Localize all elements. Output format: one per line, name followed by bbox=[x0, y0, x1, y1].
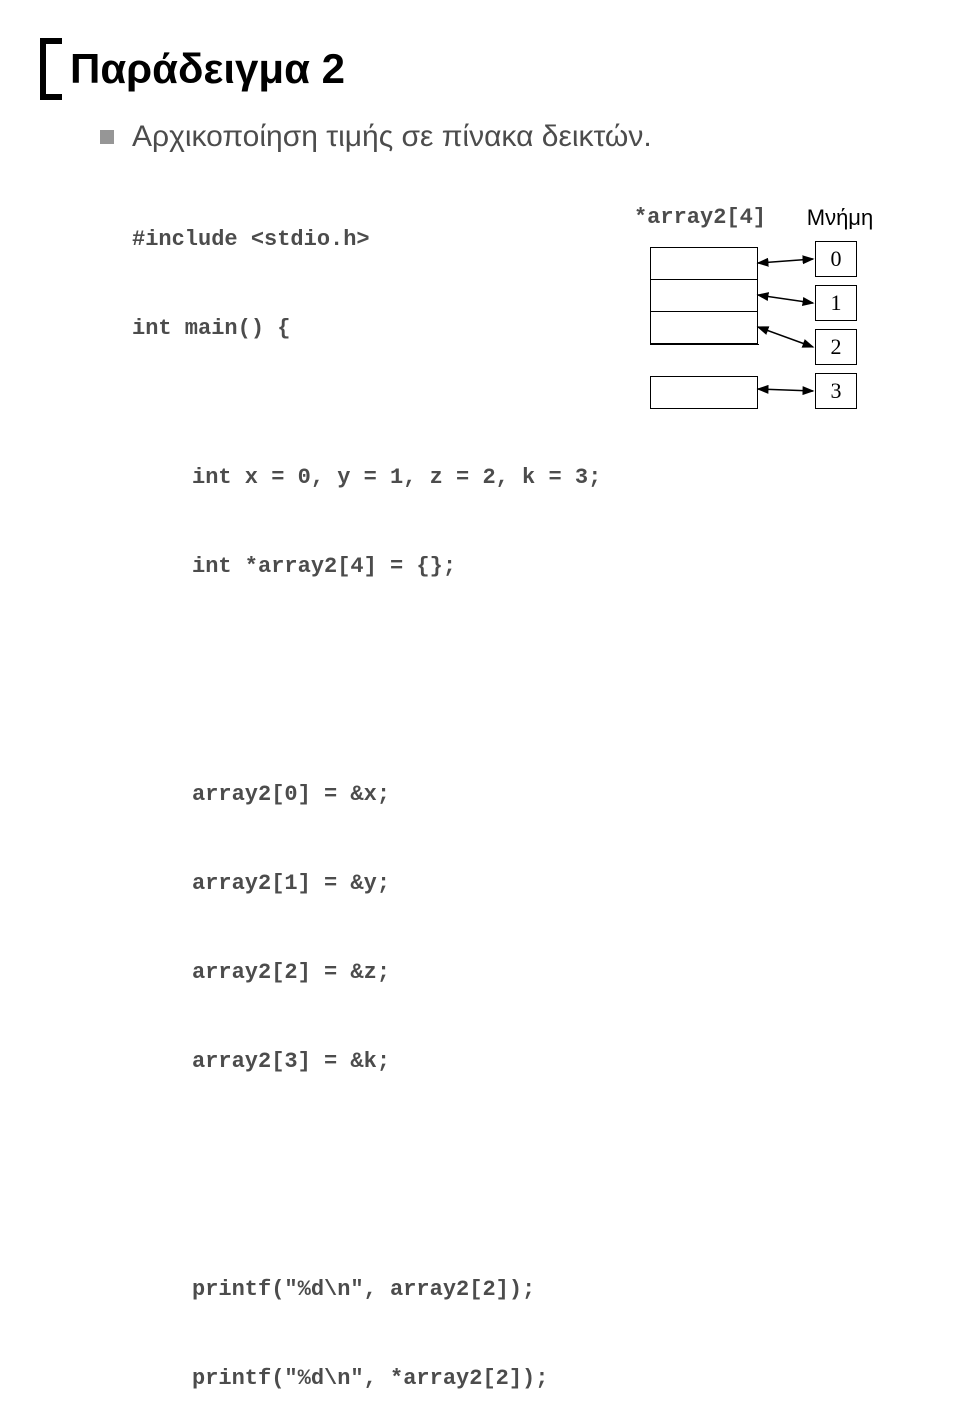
arrow-icon bbox=[758, 389, 813, 391]
code-line: array2[3] = &k; bbox=[192, 1047, 920, 1077]
code-line: int *array2[4] = {}; bbox=[192, 552, 920, 582]
code-line: printf("%d\n", *array2[2]); bbox=[192, 1364, 920, 1394]
code-line: array2[0] = &x; bbox=[192, 780, 920, 810]
memory-cell: 2 bbox=[815, 329, 857, 365]
diagram-labels: *array2[4] Μνήμη bbox=[625, 205, 905, 231]
memory-cell: 3 bbox=[815, 373, 857, 409]
code-print-block: printf("%d\n", array2[2]); printf("%d\n"… bbox=[132, 1156, 920, 1416]
code-line: int x = 0, y = 1, z = 2, k = 3; bbox=[192, 463, 920, 493]
code-line: array2[2] = &z; bbox=[192, 958, 920, 988]
code-indent: printf("%d\n", array2[2]); printf("%d\n"… bbox=[132, 1215, 920, 1416]
array-cell bbox=[651, 376, 757, 408]
memory-column: 0 1 2 3 bbox=[815, 241, 857, 417]
code-line: printf("%d\n", array2[2]); bbox=[192, 1275, 920, 1305]
arrow-icon bbox=[758, 295, 813, 303]
title-row: Παράδειγμα 2 bbox=[40, 30, 920, 100]
code-indent: int x = 0, y = 1, z = 2, k = 3; int *arr… bbox=[132, 404, 920, 642]
bullet-square-icon bbox=[100, 130, 114, 144]
code-assignments: array2[0] = &x; array2[1] = &y; array2[2… bbox=[132, 720, 920, 1136]
memory-diagram: *array2[4] Μνήμη 0 1 2 3 bbox=[625, 205, 905, 439]
diagram-body: 0 1 2 3 bbox=[625, 239, 905, 439]
arrow-icon bbox=[758, 259, 813, 263]
array-gap bbox=[650, 344, 759, 376]
array-cell bbox=[651, 248, 757, 280]
slide-title: Παράδειγμα 2 bbox=[70, 30, 345, 94]
array-cell bbox=[651, 312, 757, 344]
subtitle-text: Αρχικοποίηση τιμής σε πίνακα δεικτών. bbox=[132, 120, 652, 154]
memory-cell: 0 bbox=[815, 241, 857, 277]
memory-label: Μνήμη bbox=[805, 205, 875, 231]
arrow-icon bbox=[758, 327, 813, 347]
code-line: array2[1] = &y; bbox=[192, 869, 920, 899]
array-cell bbox=[651, 280, 757, 312]
bracket-decoration bbox=[40, 38, 62, 100]
bullet-row: Αρχικοποίηση τιμής σε πίνακα δεικτών. bbox=[100, 120, 920, 154]
memory-cell: 1 bbox=[815, 285, 857, 321]
array-label: *array2[4] bbox=[625, 205, 775, 231]
array-table bbox=[650, 247, 758, 409]
